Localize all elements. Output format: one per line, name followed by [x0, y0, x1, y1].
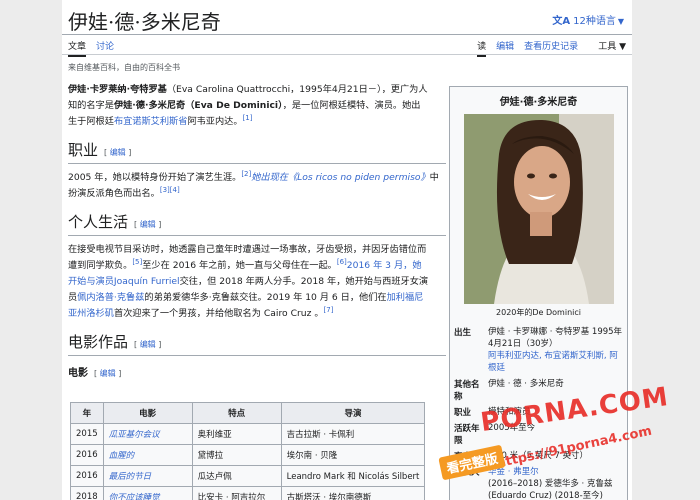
photo-caption: 2020年的De Dominici — [496, 308, 581, 317]
tab-tools[interactable]: 工具 ▼ — [588, 42, 626, 52]
column-header: 特点 — [191, 402, 282, 424]
language-button[interactable]: 文A 12种语言 ▼ — [552, 12, 624, 27]
view-tabs: 读编辑 查看历史记录 工具 ▼ — [467, 39, 626, 57]
career-link[interactable]: 她出现在《Los ricos no piden permiso》 — [251, 172, 429, 183]
edit-section-link[interactable]: [ 编辑 ] — [104, 148, 131, 157]
translate-icon: 文A — [552, 16, 571, 27]
page-title: 伊娃·德·多米尼奇 — [68, 10, 221, 34]
career-paragraph: 2005 年，她以模特身份开始了演艺生涯。[2]她出现在《Los ricos n… — [68, 169, 439, 199]
tab-edit[interactable]: 编辑 — [496, 42, 514, 52]
table-row: 2015 瓜亚基尔会议 奥利维亚 吉古拉斯 · 卡佩利 — [70, 423, 426, 445]
infobox-row: 出生 伊娃 · 卡罗琳娜 · 夸特罗基 1995年4月21日（30岁） 阿韦利亚内… — [454, 327, 623, 373]
portrait-photo[interactable] — [463, 114, 614, 304]
section-heading-works: 电影作品[ 编辑 ] — [68, 334, 446, 356]
language-count: 12种语言 — [573, 16, 616, 27]
infobox-title: 伊娃·德·多米尼奇 — [499, 97, 578, 108]
tab-history[interactable]: 查看历史记录 — [524, 42, 578, 52]
edit-section-link[interactable]: [ 编辑 ] — [134, 340, 161, 349]
table-row: 2016 血腥的 黛博拉 埃尔南 · 贝隆 — [70, 444, 426, 466]
namespace-tabs: 文章 讨论 — [68, 39, 124, 57]
chevron-down-icon: ▼ — [617, 17, 624, 26]
edit-section-link[interactable]: [ 编辑 ] — [134, 220, 161, 229]
table-row: 2018 你不应该睡觉 比安卡 · 阿吉拉尔 古斯塔沃 · 埃尔南德斯 — [70, 486, 426, 500]
section-heading-career: 职业[ 编辑 ] — [68, 142, 446, 164]
tabs-divider — [62, 54, 632, 55]
personal-paragraph: 在接受电视节目采访时，她透露自己童年时遭遇过一场事故，牙齿受损，并因牙齿错位而 … — [68, 244, 429, 319]
table-header-row: 年 电影 特点 导演 — [70, 402, 426, 424]
column-header: 年 — [70, 402, 104, 424]
lead-paragraph: 伊娃·卡罗莱纳·夸特罗基（Eva Carolina Quattrocchi，19… — [68, 84, 428, 127]
section-heading-personal: 个人生活[ 编辑 ] — [68, 214, 446, 236]
subsection-heading-film: 电影[ 编辑 ] — [68, 368, 122, 379]
title-divider — [62, 34, 632, 35]
portrait-illustration — [463, 114, 614, 304]
column-header: 导演 — [280, 402, 426, 424]
ref-link[interactable]: [1] — [243, 114, 253, 122]
tab-talk[interactable]: 讨论 — [96, 42, 114, 52]
site-subtitle: 来自维基百科，自由的百科全书 — [68, 63, 180, 72]
article-body: 伊娃·卡罗莱纳·夸特罗基（Eva Carolina Quattrocchi，19… — [68, 82, 446, 382]
column-header: 电影 — [102, 402, 193, 424]
table-row: 2016 最后的节日 瓜达卢佩 Leandro Mark 和 Nicolás S… — [70, 465, 426, 487]
films-table: 年 电影 特点 导演 2015 瓜亚基尔会议 奥利维亚 吉古拉斯 · 卡佩利 2… — [70, 402, 426, 500]
edit-section-link[interactable]: [ 编辑 ] — [94, 369, 121, 378]
province-link[interactable]: 布宜诺斯艾利斯省 — [114, 116, 188, 127]
